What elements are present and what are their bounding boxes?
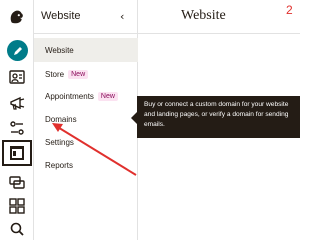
- nav-item-label: Settings: [45, 137, 74, 147]
- nav-item-label: Domains: [45, 114, 77, 124]
- domains-tooltip: Buy or connect a custom domain for your …: [137, 96, 300, 138]
- nav-item-label: Reports: [45, 160, 74, 170]
- nav-item-reports[interactable]: Reports: [34, 153, 138, 177]
- tooltip-text: Buy or connect a custom domain for your …: [144, 101, 289, 128]
- create-icon[interactable]: [7, 40, 28, 61]
- nav-item-settings[interactable]: Settings: [34, 130, 138, 154]
- nav-item-domains[interactable]: Domains: [34, 107, 138, 131]
- annotation-number: 2: [286, 3, 293, 17]
- website-nav-panel: Website ‹ Website Store New Appointments…: [34, 0, 138, 240]
- new-badge: New: [68, 69, 89, 79]
- main-header: Website 2: [138, 0, 300, 34]
- nav-item-label: Appointments: [45, 91, 94, 101]
- search-icon[interactable]: [4, 218, 30, 240]
- audience-icon[interactable]: [4, 66, 30, 88]
- collapse-panel-chevron-icon[interactable]: ‹: [120, 10, 124, 23]
- new-badge: New: [97, 91, 118, 101]
- mailchimp-logo-icon[interactable]: [4, 6, 30, 28]
- page-title: Website: [181, 8, 226, 23]
- nav-item-appointments[interactable]: Appointments New: [34, 84, 138, 108]
- icon-rail: [0, 0, 34, 240]
- nav-item-website[interactable]: Website: [34, 38, 138, 62]
- panel-header: Website ‹: [34, 0, 138, 34]
- nav-item-label: Website: [45, 45, 74, 55]
- content-grid-icon[interactable]: [4, 195, 30, 217]
- campaigns-icon[interactable]: [4, 92, 30, 114]
- nav-item-label: Store: [45, 69, 65, 79]
- automations-icon[interactable]: [4, 117, 30, 139]
- website-icon[interactable]: [2, 140, 32, 166]
- integrations-icon[interactable]: [4, 171, 30, 193]
- nav-item-store[interactable]: Store New: [34, 62, 138, 86]
- panel-title: Website: [41, 10, 81, 22]
